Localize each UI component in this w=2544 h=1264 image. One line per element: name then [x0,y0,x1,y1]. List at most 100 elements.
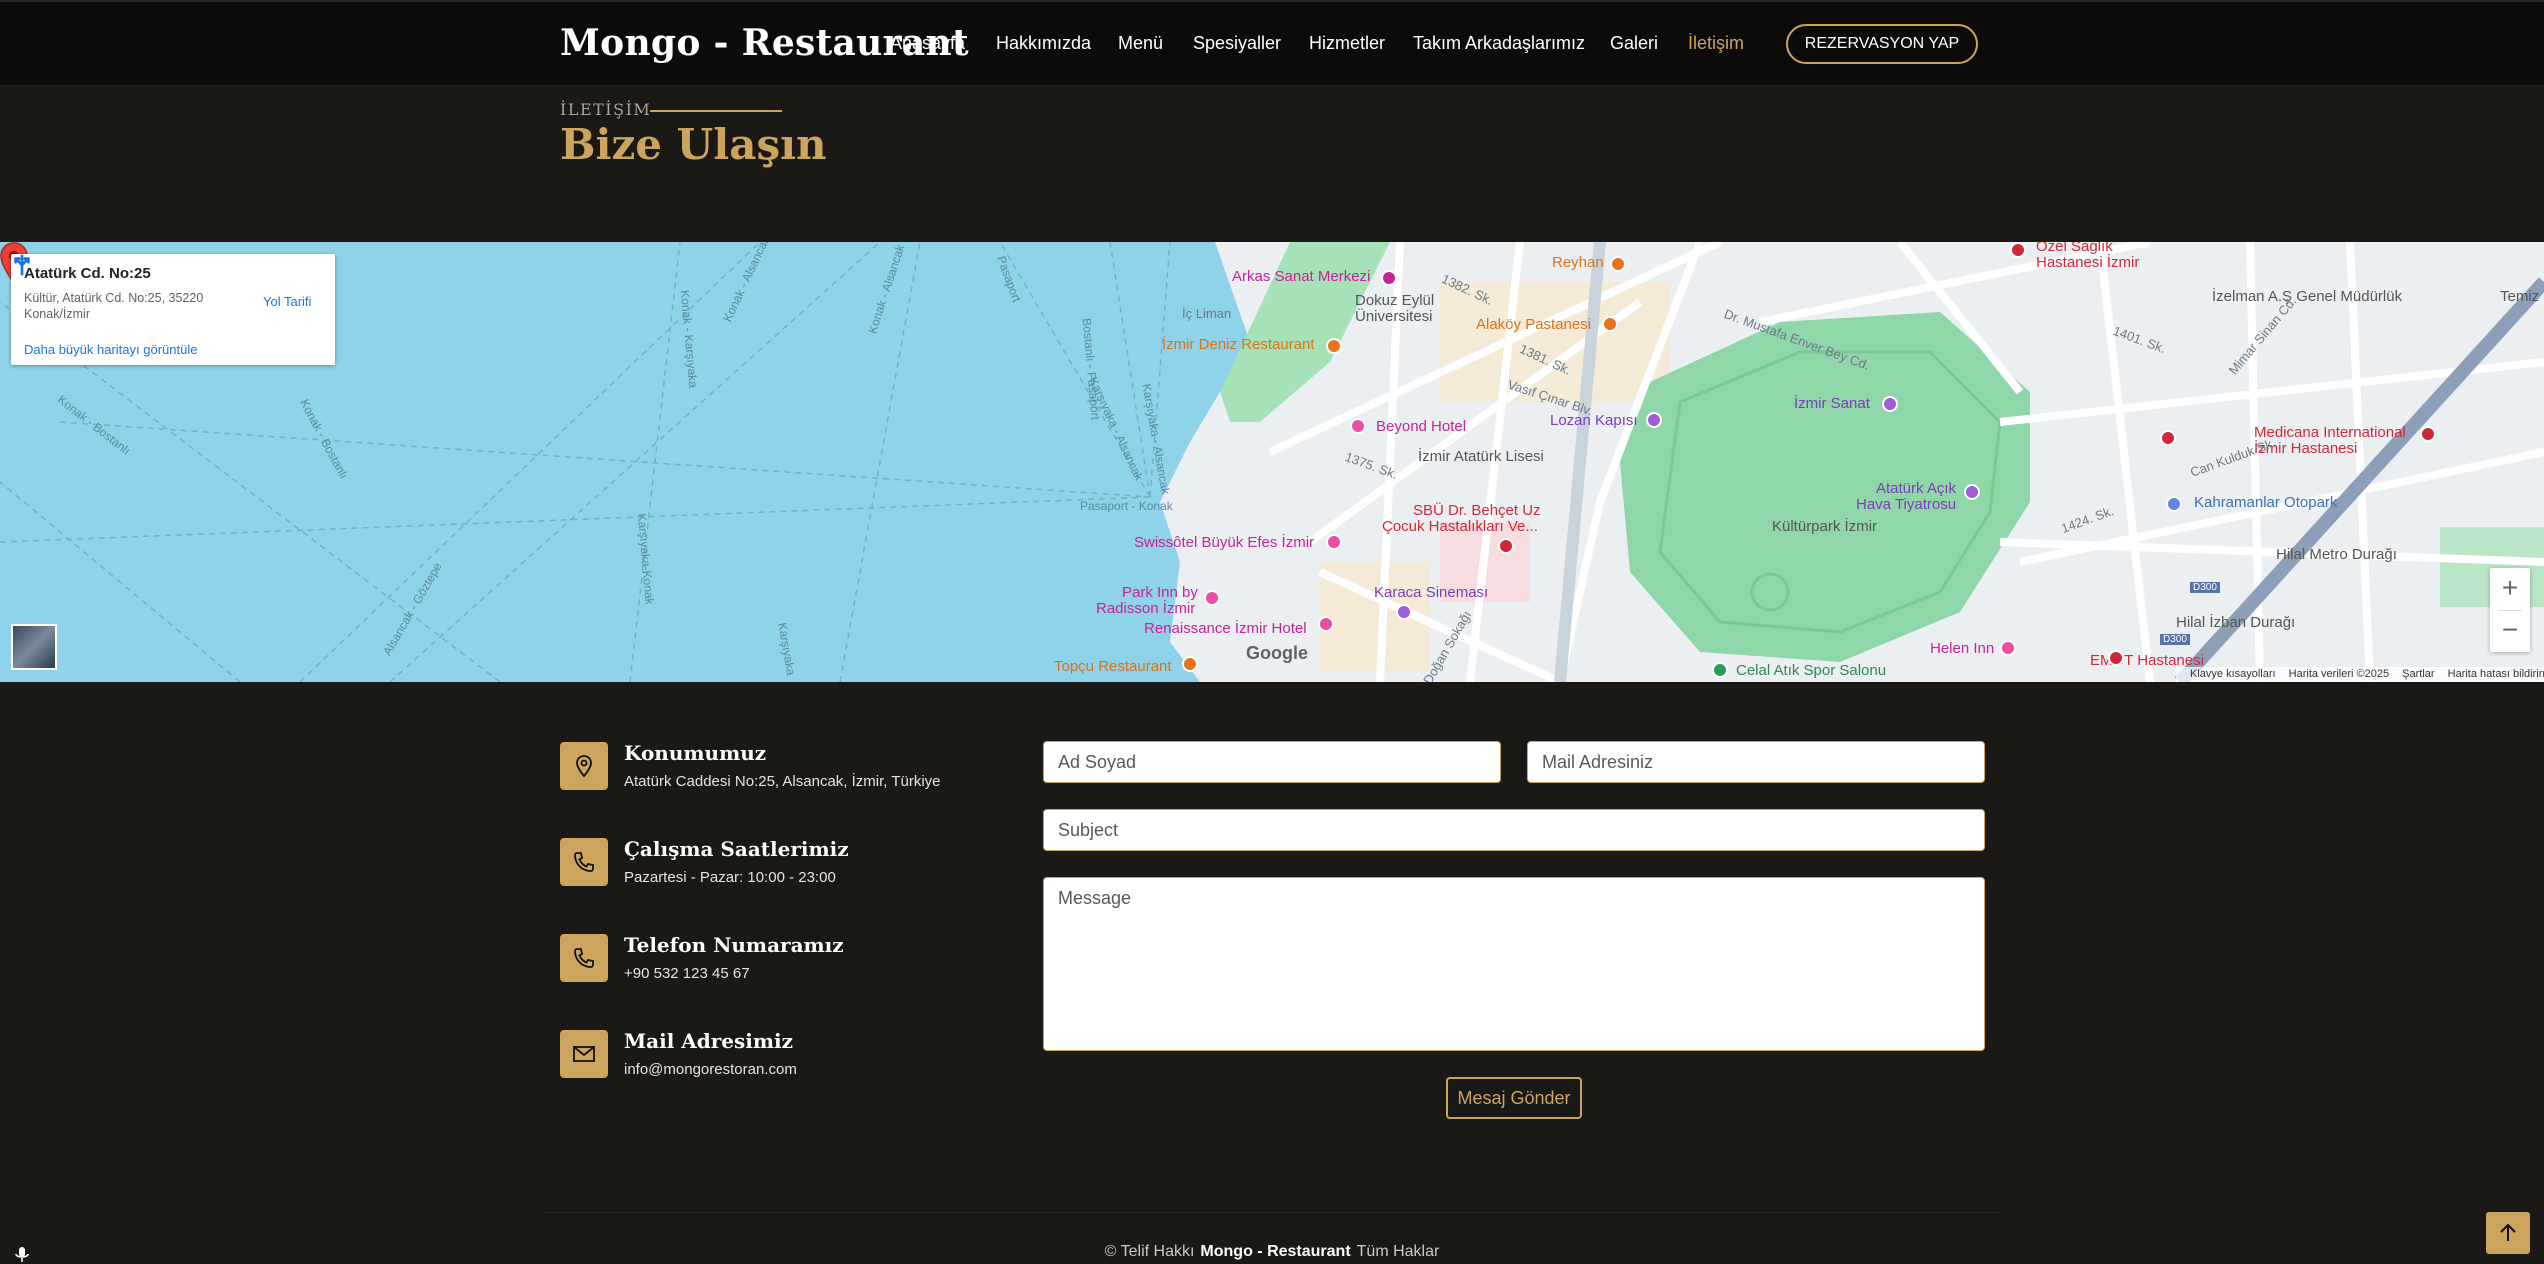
map-label: Hilal İzban Durağı [2176,614,2296,631]
reservation-button[interactable]: REZERVASYON YAP [1786,24,1978,64]
map-label: Hilal Metro Durağı [2276,546,2397,563]
arrow-up-icon [2500,1223,2516,1241]
microphone-icon[interactable] [12,1244,32,1264]
contact-text-hours: Pazartesi - Pazar: 10:00 - 23:00 [624,869,836,886]
directions-icon[interactable] [11,254,33,276]
map-label: Temiz [2500,288,2540,305]
map-label: İzmir Deniz Restaurant [1162,336,1315,353]
contact-title-hours: Çalışma Saatlerimiz [624,837,849,861]
hotel-icon [1204,590,1220,606]
map-data-text: Harita verileri ©2025 [2288,668,2390,680]
map-label: Lozan Kapısı [1550,412,1638,429]
copyright-suffix: Tüm Haklar [1356,1243,1440,1260]
sports-icon [1712,662,1728,678]
mail-icon-box [560,1030,608,1078]
info-card-title: Atatürk Cd. No:25 [24,265,151,282]
map-label: Reyhan [1552,254,1604,271]
contact-title-mail: Mail Adresimiz [624,1029,793,1053]
map-label: Kültürpark İzmir [1772,518,1878,535]
parking-icon [2166,496,2182,512]
map-label: Karaca Sineması [1374,584,1489,601]
google-map-embed[interactable]: Konak - Bostanlı Konak - Bostanlı Konak … [0,242,2544,682]
nav-item-galeri[interactable]: Galeri [1610,33,1658,54]
map-label: İzmir Atatürk Lisesi [1418,448,1544,465]
map-label: İç Liman [1182,306,1232,321]
restaurant-icon [1610,256,1626,272]
landmark-icon [1646,412,1662,428]
map-label: Helen Inn [1930,640,1995,657]
eyebrow-divider [650,110,782,112]
theater-icon [1964,484,1980,500]
footer-copyright: © Telif Hakkı Mongo - Restaurant Tüm Hakla… [0,1243,2544,1261]
map-label: Dokuz Eylül [1355,292,1435,309]
subject-field[interactable]: Subject [1043,809,1985,851]
map-label: Hastanesi İzmir [2036,254,2140,271]
nav-item-hakkimizda[interactable]: Hakkımızda [996,33,1091,54]
map-label: İzelman A.Ş Genel Müdürlük [2212,288,2403,305]
highway-shield: D300 [2160,634,2190,645]
phone-icon [574,852,594,872]
copyright-brand: Mongo - Restaurant [1200,1243,1351,1260]
highway-shield: D300 [2190,582,2220,593]
zoom-control: + − [2490,568,2530,652]
hospital-icon [2420,426,2436,442]
contact-text-phone: +90 532 123 45 67 [624,965,750,982]
bigger-map-link[interactable]: Daha büyük haritayı görüntüle [24,342,197,357]
map-label: Alaköy Pastanesi [1476,316,1592,333]
name-field[interactable]: Ad Soyad [1043,741,1501,783]
hotel-icon [2000,640,2016,656]
report-map-error-link[interactable]: Harita hatası bildirin [2448,668,2544,680]
nav-item-menu[interactable]: Menü [1118,33,1163,54]
map-label: Radisson İzmir [1096,600,1196,617]
restaurant-icon [1326,338,1342,354]
cinema-icon [1396,604,1412,620]
footer-divider [545,1212,1999,1213]
map-label: Beyond Hotel [1376,418,1467,435]
page-title: Bize Ulaşın [560,120,827,169]
back-to-top-button[interactable] [2486,1212,2530,1254]
hotel-icon [1350,418,1366,434]
nav-item-anasayfa[interactable]: Anasayfa [890,33,965,54]
map-label: Medicana International [2254,424,2406,441]
zoom-out-button[interactable]: − [2490,610,2530,652]
hospital-icon [2010,242,2026,258]
map-label: Park Inn by [1122,584,1198,601]
nav-item-iletisim[interactable]: İletişim [1688,33,1744,54]
map-attribution: Klavye kısayolları Harita verileri ©2025… [2176,667,2544,682]
contact-title-phone: Telefon Numaramız [624,933,844,957]
send-message-button[interactable]: Mesaj Gönder [1446,1077,1582,1119]
zoom-in-button[interactable]: + [2490,568,2530,610]
phone-icon-box [560,934,608,982]
satellite-toggle[interactable] [11,624,57,670]
location-icon-box [560,742,608,790]
directions-link[interactable]: Yol Tarifi [263,294,311,309]
museum-icon [1381,270,1397,286]
nav-item-takim[interactable]: Takım Arkadaşlarımız [1413,33,1585,54]
map-label: Kahramanlar Otopark [2194,494,2338,511]
hotel-icon [1326,534,1342,550]
map-label: İzmir Sanat [1794,395,1870,412]
terms-link[interactable]: Şartlar [2402,668,2434,680]
contact-text-mail: info@mongorestoran.com [624,1061,797,1078]
nav-item-spesiyaller[interactable]: Spesiyaller [1193,33,1281,54]
keyboard-shortcuts-link[interactable]: Klavye kısayolları [2190,668,2276,680]
hotel-icon [1318,616,1334,632]
map-label: SBÜ Dr. Behçet Uz [1413,502,1541,519]
map-label: Topçu Restaurant [1054,658,1172,675]
landmark-icon [1882,396,1898,412]
copyright-prefix: © Telif Hakkı [1104,1243,1195,1260]
email-field[interactable]: Mail Adresiniz [1527,741,1985,783]
nav-item-hizmetler[interactable]: Hizmetler [1309,33,1385,54]
restaurant-icon [1182,656,1198,672]
map-label: Celal Atık Spor Salonu [1736,662,1887,679]
map-label: Swissôtel Büyük Efes İzmir [1134,534,1315,551]
map-label: Arkas Sanat Merkezi [1232,268,1371,285]
contact-text-location: Atatürk Caddesi No:25, Alsancak, İzmir, … [624,773,941,790]
section-eyebrow: İLETİŞİM [560,100,652,119]
location-pin-icon [576,755,592,778]
hospital-icon [2160,430,2176,446]
message-field[interactable]: Message [1043,877,1985,1051]
map-label: Çocuk Hastalıkları Ve... [1382,518,1538,535]
hospital-icon [2108,650,2124,666]
info-card-address: Kültür, Atatürk Cd. No:25, 35220 Konak/İ… [24,291,204,321]
